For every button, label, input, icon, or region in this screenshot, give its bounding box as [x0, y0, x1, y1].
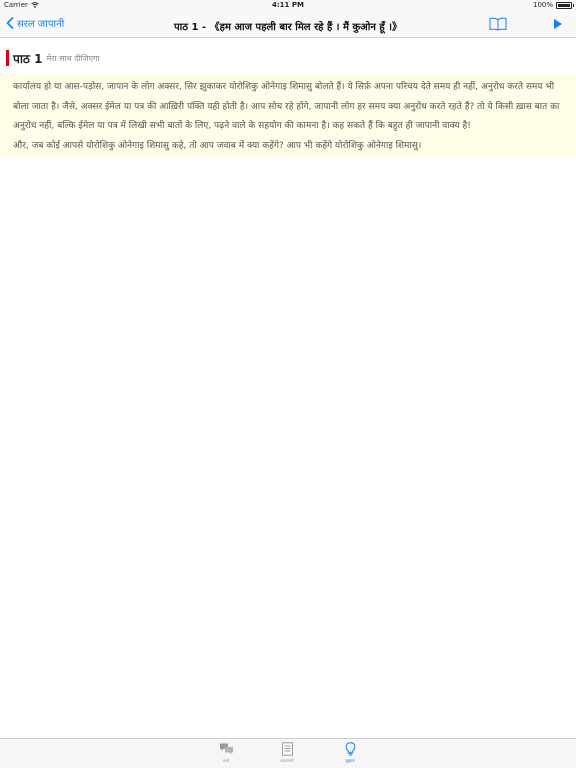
- tab-label: शब्दावली: [280, 758, 294, 763]
- lesson-subtitle: मेरा साथ दीजिएगा: [46, 53, 100, 63]
- tip-paragraph: कार्यालय हो या आस-पड़ोस, जापान के लोग अक…: [13, 82, 560, 131]
- battery-indicator: 100%: [532, 1, 574, 9]
- tab-label: सुझाव: [345, 758, 355, 763]
- navigation-bar: सरल जापानी पाठ 1 - 《हम आज पहली बार मिल र…: [0, 12, 576, 38]
- back-button[interactable]: सरल जापानी: [6, 16, 64, 30]
- tab-vocabulary[interactable]: शब्दावली: [267, 742, 307, 764]
- battery-percent: 100%: [532, 1, 553, 9]
- document-icon: [281, 742, 293, 756]
- lesson-heading: पाठ 1 मेरा साथ दीजिएगा: [6, 50, 100, 66]
- play-icon[interactable]: [553, 18, 563, 30]
- speech-bubbles-icon: [219, 743, 233, 755]
- status-time: 4:11 PM: [272, 1, 304, 9]
- tab-tips[interactable]: सुझाव: [330, 742, 370, 764]
- tab-bar: वार्ता शब्दावली सुझाव: [0, 738, 576, 768]
- book-icon[interactable]: [489, 17, 507, 31]
- tab-label: वार्ता: [222, 758, 230, 763]
- battery-icon: [556, 1, 574, 9]
- battery-fill: [558, 3, 570, 7]
- lightbulb-icon: [345, 742, 355, 756]
- tab-conversation[interactable]: वार्ता: [206, 742, 246, 764]
- tip-content: कार्यालय हो या आस-पड़ोस, जापान के लोग अक…: [0, 74, 576, 158]
- lesson-number: पाठ 1: [13, 51, 43, 66]
- back-button-label: सरल जापानी: [17, 19, 65, 30]
- tip-paragraph: और, जब कोई आपसे योरोशिकु ओनेगाइ शिमासु क…: [13, 140, 422, 151]
- status-bar: Carrier 4:11 PM 100%: [0, 0, 576, 12]
- chevron-left-icon: [6, 17, 14, 29]
